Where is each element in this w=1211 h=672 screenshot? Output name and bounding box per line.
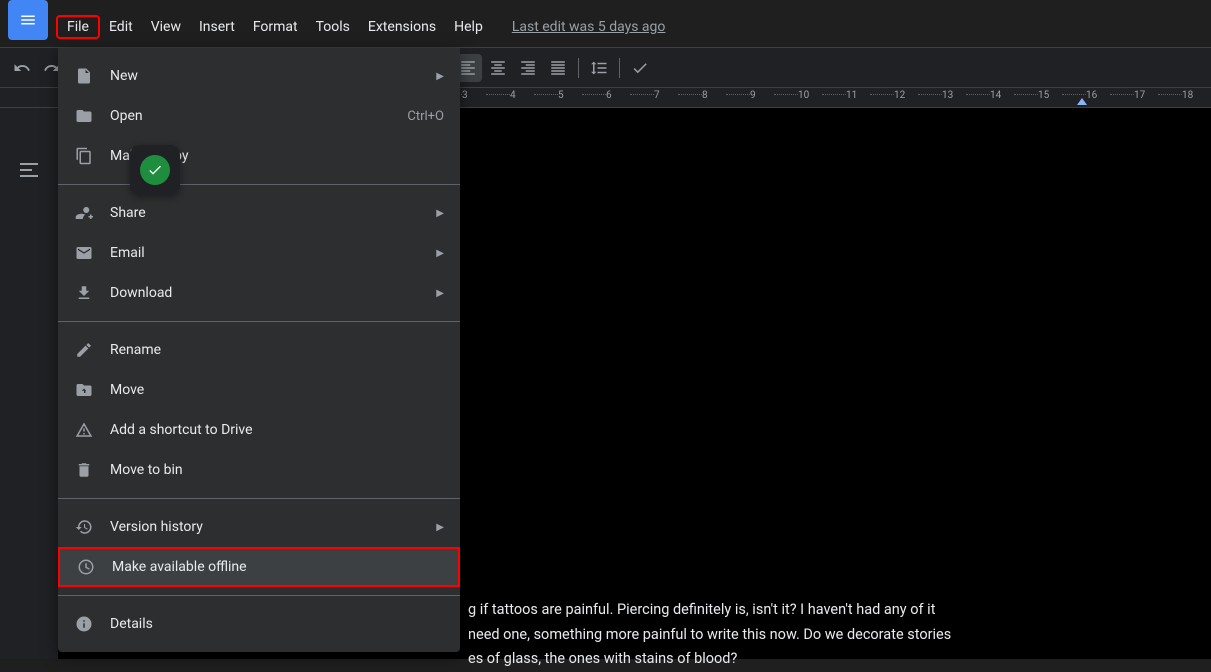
- file-menu-label: Share: [110, 205, 146, 221]
- ruler-number: 14: [990, 90, 1038, 101]
- share-icon: [74, 203, 94, 223]
- file-menu-label: New: [110, 68, 138, 84]
- file-menu-dropdown: New ▶ Open Ctrl+O Make a copy Share ▶ Em…: [58, 48, 460, 652]
- file-menu-label: Open: [110, 108, 143, 124]
- menu-tools[interactable]: Tools: [307, 15, 359, 39]
- menu-insert[interactable]: Insert: [190, 15, 244, 39]
- divider: [578, 58, 579, 78]
- menu-help[interactable]: Help: [445, 15, 492, 39]
- file-menu-label: Make available offline: [112, 559, 247, 575]
- docs-logo[interactable]: [8, 0, 48, 40]
- copy-icon: [74, 146, 94, 166]
- ruler-number: 12: [894, 90, 942, 101]
- file-menu-email[interactable]: Email ▶: [58, 233, 460, 273]
- ruler-number: 16: [1086, 90, 1134, 101]
- email-icon: [74, 243, 94, 263]
- download-icon: [74, 283, 94, 303]
- menu-divider: [58, 321, 460, 322]
- ruler-number: 3: [462, 90, 510, 101]
- rename-icon: [74, 340, 94, 360]
- line-spacing-button[interactable]: [585, 54, 613, 82]
- undo-button[interactable]: [8, 54, 36, 82]
- ruler-number: 7: [654, 90, 702, 101]
- menu-edit[interactable]: Edit: [100, 15, 142, 39]
- submenu-arrow-icon: ▶: [436, 288, 444, 299]
- ruler-number: 11: [846, 90, 894, 101]
- document-text-line: need one, something more painful to writ…: [468, 623, 1181, 648]
- file-menu-label: Add a shortcut to Drive: [110, 422, 253, 438]
- document-text-line: g if tattoos are painful. Piercing defin…: [468, 598, 1181, 623]
- file-menu-label: Move: [110, 382, 144, 398]
- file-menu-label: Download: [110, 285, 172, 301]
- header-bar: The maple of pain ☆ File Edit View Inser…: [0, 0, 1211, 48]
- success-toast: [130, 145, 180, 195]
- menu-view[interactable]: View: [142, 15, 190, 39]
- ruler-number: 18: [1182, 90, 1211, 101]
- checkmark-icon: [140, 155, 170, 185]
- left-panel: [0, 108, 58, 659]
- keyboard-shortcut: Ctrl+O: [407, 109, 444, 124]
- ruler-number: 17: [1134, 90, 1182, 101]
- ruler-number: 8: [702, 90, 750, 101]
- divider: [619, 58, 620, 78]
- move-icon: [74, 380, 94, 400]
- align-justify-button[interactable]: [544, 54, 572, 82]
- file-menu-make-copy[interactable]: Make a copy: [58, 136, 460, 176]
- more-button[interactable]: [626, 54, 654, 82]
- ruler-number: 9: [750, 90, 798, 101]
- file-menu-make-available-offline[interactable]: Make available offline: [58, 547, 460, 587]
- submenu-arrow-icon: ▶: [436, 208, 444, 219]
- file-menu-move[interactable]: Move: [58, 370, 460, 410]
- file-menu-version-history[interactable]: Version history ▶: [58, 507, 460, 547]
- file-menu-share[interactable]: Share ▶: [58, 193, 460, 233]
- ruler-number: 13: [942, 90, 990, 101]
- file-menu-open[interactable]: Open Ctrl+O: [58, 96, 460, 136]
- ruler-number: 10: [798, 90, 846, 101]
- file-menu-new[interactable]: New ▶: [58, 56, 460, 96]
- ruler-number: 6: [606, 90, 654, 101]
- file-menu-label: Rename: [110, 342, 161, 358]
- new-doc-icon: [74, 66, 94, 86]
- document-outline-icon[interactable]: [17, 158, 41, 182]
- file-menu-label: Email: [110, 245, 145, 261]
- file-menu-label: Version history: [110, 519, 203, 535]
- file-menu-rename[interactable]: Rename: [58, 330, 460, 370]
- submenu-arrow-icon: ▶: [436, 71, 444, 82]
- submenu-arrow-icon: ▶: [436, 522, 444, 533]
- last-edit-link[interactable]: Last edit was 5 days ago: [512, 19, 666, 35]
- file-menu-details[interactable]: Details: [58, 604, 460, 644]
- menu-divider: [58, 184, 460, 185]
- menu-extensions[interactable]: Extensions: [359, 15, 445, 39]
- ruler-number: 4: [510, 90, 558, 101]
- file-menu-label: Details: [110, 616, 153, 632]
- menu-divider: [58, 498, 460, 499]
- file-menu-label: Move to bin: [110, 462, 183, 478]
- folder-icon: [74, 106, 94, 126]
- menu-divider: [58, 595, 460, 596]
- file-menu-download[interactable]: Download ▶: [58, 273, 460, 313]
- submenu-arrow-icon: ▶: [436, 248, 444, 259]
- drive-shortcut-icon: [74, 420, 94, 440]
- trash-icon: [74, 460, 94, 480]
- offline-icon: [76, 557, 96, 577]
- file-menu-move-to-bin[interactable]: Move to bin: [58, 450, 460, 490]
- align-center-button[interactable]: [484, 54, 512, 82]
- right-indent-marker[interactable]: [1077, 98, 1087, 105]
- history-icon: [74, 517, 94, 537]
- align-right-button[interactable]: [514, 54, 542, 82]
- info-icon: [74, 614, 94, 634]
- menu-format[interactable]: Format: [244, 15, 307, 39]
- menu-file[interactable]: File: [56, 15, 100, 39]
- ruler-number: 5: [558, 90, 606, 101]
- document-text-line: es of glass, the ones with stains of blo…: [468, 647, 1181, 672]
- menu-bar: File Edit View Insert Format Tools Exten…: [56, 15, 665, 39]
- file-menu-add-shortcut[interactable]: Add a shortcut to Drive: [58, 410, 460, 450]
